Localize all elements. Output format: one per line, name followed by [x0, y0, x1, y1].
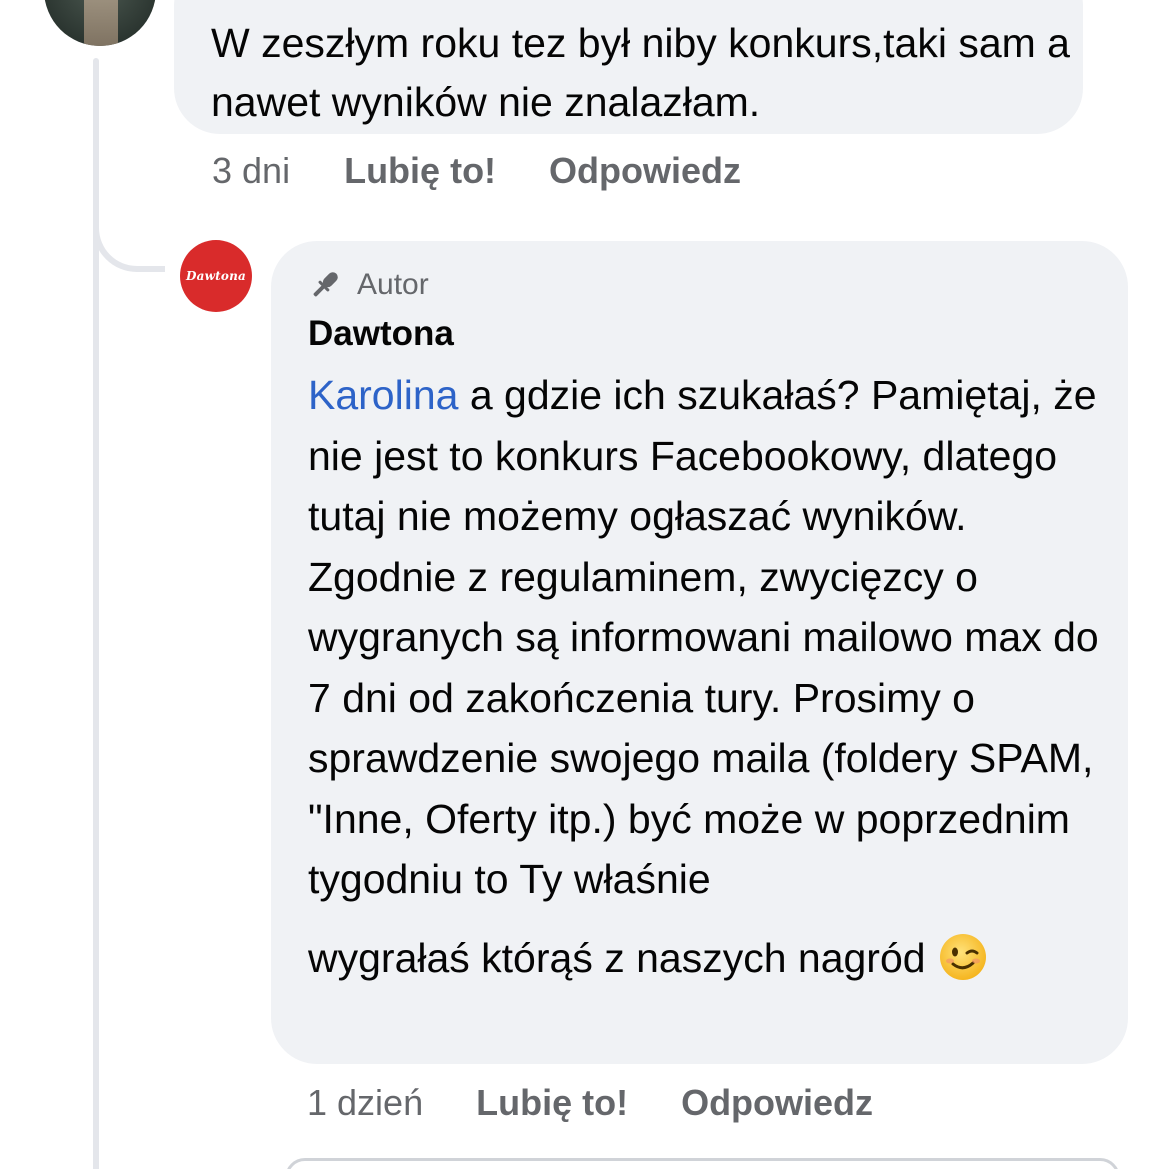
microphone-icon — [307, 267, 343, 303]
author-name[interactable]: Dawtona — [308, 314, 454, 354]
comment-timestamp[interactable]: 3 dni — [212, 150, 290, 192]
comment-text: W zeszłym roku tez był niby konkurs,taki… — [211, 20, 1070, 125]
thread-connector — [93, 180, 165, 272]
reply-bubble[interactable]: Autor Dawtona Karolina a gdzie ich szuka… — [271, 241, 1128, 1064]
mention-link[interactable]: Karolina — [308, 372, 458, 418]
brand-avatar[interactable]: Dawtona — [180, 240, 252, 312]
brand-logo: Dawtona — [186, 269, 246, 283]
reply-actions: 1 dzień Lubię to! Odpowiedz — [307, 1082, 873, 1124]
reply-text-main: a gdzie ich szukałaś? Pamiętaj, że nie j… — [308, 372, 1099, 902]
author-badge-label: Autor — [357, 268, 429, 301]
reply-text-end: wygrałaś którąś z naszych nagród — [308, 934, 926, 981]
like-button[interactable]: Lubię to! — [344, 150, 496, 192]
reply-text-last-line: wygrałaś którąś z naszych nagród — [308, 928, 1118, 989]
winking-face-emoji-icon — [938, 932, 988, 982]
comments-thread: W zeszłym roku tez był niby konkurs,taki… — [0, 0, 1170, 1169]
reply-button[interactable]: Odpowiedz — [549, 150, 741, 192]
comment-actions: 3 dni Lubię to! Odpowiedz — [212, 150, 741, 192]
comment-bubble[interactable]: W zeszłym roku tez był niby konkurs,taki… — [174, 0, 1083, 134]
reply-text: Karolina a gdzie ich szukałaś? Pamiętaj,… — [308, 365, 1118, 988]
author-badge: Autor — [307, 267, 429, 303]
user-avatar[interactable] — [44, 0, 156, 46]
next-comment-box[interactable] — [285, 1158, 1120, 1169]
reply-button[interactable]: Odpowiedz — [681, 1082, 873, 1124]
like-button[interactable]: Lubię to! — [476, 1082, 628, 1124]
avatar-photo-figure — [84, 0, 118, 46]
reply-timestamp[interactable]: 1 dzień — [307, 1082, 423, 1124]
